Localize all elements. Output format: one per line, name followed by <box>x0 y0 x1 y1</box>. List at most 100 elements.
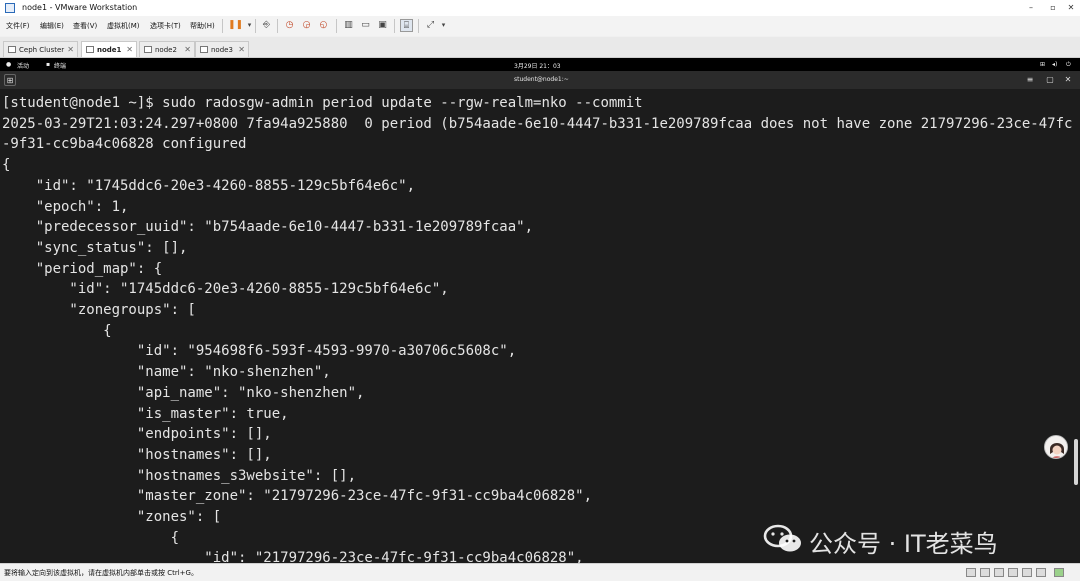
avatar[interactable] <box>1044 435 1068 459</box>
menu-hamburger-icon[interactable]: ≡ <box>1024 74 1036 86</box>
tab-node3[interactable]: node3 ✕ <box>195 41 249 57</box>
send-ctrl-alt-del-icon[interactable]: ⎆ <box>260 19 273 32</box>
hard-disk-icon[interactable] <box>966 568 976 577</box>
close-icon[interactable]: ✕ <box>1062 74 1074 86</box>
snapshot-manager-icon[interactable]: ◵ <box>317 19 330 32</box>
tab-label: node2 <box>155 46 177 54</box>
tab-node1[interactable]: node1 ✕ <box>81 41 137 57</box>
menu-tabs[interactable]: 选项卡(T) <box>150 21 181 31</box>
toolbar-separator <box>394 19 395 33</box>
new-tab-icon[interactable]: ⊞ <box>4 74 16 86</box>
menu-help[interactable]: 帮助(H) <box>190 21 215 31</box>
tab-label: node1 <box>97 46 122 54</box>
terminal-line: -9f31-cc9ba4c06828 configured <box>2 136 247 153</box>
window-title: node1 - VMware Workstation <box>22 3 138 12</box>
toolbar-separator <box>222 19 223 33</box>
close-icon[interactable]: ✕ <box>238 45 245 54</box>
pause-icon[interactable]: ❚❚ <box>228 19 243 32</box>
terminal-line: "id": "954698f6-593f-4593-9970-a30706c56… <box>2 343 517 360</box>
terminal-line: "api_name": "nko-shenzhen", <box>2 384 365 401</box>
vm-icon <box>200 46 208 53</box>
terminal-line: "is_master": true, <box>2 405 289 422</box>
close-icon[interactable]: ✕ <box>67 45 74 54</box>
gnome-activities-dot-icon: ● <box>6 61 12 68</box>
status-bar: 要将输入定向到该虚拟机，请在虚拟机内部单击或按 Ctrl+G。 <box>0 563 1080 581</box>
gnome-clock[interactable]: 3月29日 21：03 <box>514 61 561 70</box>
wechat-watermark: 公众号 · IT老菜鸟 <box>763 518 1053 558</box>
gnome-top-bar: ● 活动 ▪ 终端 3月29日 21：03 ⊞ ◂) ⏻ <box>0 58 1080 71</box>
tab-label: node3 <box>211 46 233 54</box>
fullscreen-view-icon[interactable]: ▣ <box>376 19 389 32</box>
terminal-line: "period_map": { <box>2 260 163 277</box>
menu-view[interactable]: 查看(V) <box>73 21 97 31</box>
stretch-guest-icon[interactable]: ⤢ <box>424 19 437 32</box>
terminal-line: "name": "nko-shenzhen", <box>2 364 331 381</box>
terminal-line: "master_zone": "21797296-23ce-47fc-9f31-… <box>2 488 593 505</box>
terminal-line: "id": "1745ddc6-20e3-4260-8855-129c5bf64… <box>2 281 449 298</box>
toolbar-separator <box>418 19 419 33</box>
terminal-title: student@node1:~ <box>514 76 569 83</box>
terminal-output[interactable]: [student@node1 ~]$ sudo radosgw-admin pe… <box>0 89 1080 563</box>
vm-icon <box>86 46 94 53</box>
terminal-line: "epoch": 1, <box>2 198 129 215</box>
network-icon[interactable]: ⊞ <box>1040 61 1045 68</box>
tab-ceph-cluster[interactable]: Ceph Cluster ✕ <box>3 41 78 57</box>
terminal-line: "endpoints": [], <box>2 426 272 443</box>
snapshot-icon[interactable]: ◷ <box>283 19 296 32</box>
terminal-scrollbar[interactable] <box>1074 439 1078 485</box>
watermark-text: 公众号 · IT老菜鸟 <box>809 530 998 558</box>
vm-status-icon[interactable] <box>1054 568 1064 577</box>
terminal-line: "id": "21797296-23ce-47fc-9f31-cc9ba4c06… <box>2 550 584 563</box>
close-icon[interactable]: ✕ <box>126 45 133 54</box>
window-titlebar: node1 - VMware Workstation – ▫ ✕ <box>0 0 1080 16</box>
wechat-icon <box>763 524 801 552</box>
toolbar-separator <box>277 19 278 33</box>
revert-snapshot-icon[interactable]: ◶ <box>300 19 313 32</box>
terminal-line: "sync_status": [], <box>2 239 188 256</box>
status-message: 要将输入定向到该虚拟机，请在虚拟机内部单击或按 Ctrl+G。 <box>4 569 198 577</box>
terminal-text: [student@node1 ~]$ sudo radosgw-admin pe… <box>2 93 1072 563</box>
tab-label: Ceph Cluster <box>19 46 65 54</box>
maximize-button[interactable]: ▫ <box>1046 2 1060 14</box>
sound-card-icon[interactable] <box>1022 568 1032 577</box>
terminal-line: "zones": [ <box>2 509 222 526</box>
vmware-app-icon <box>5 3 15 13</box>
terminal-line: "hostnames_s3website": [], <box>2 467 357 484</box>
terminal-line: [student@node1 ~]$ sudo radosgw-admin pe… <box>2 95 643 111</box>
network-adapter-icon[interactable] <box>994 568 1004 577</box>
sidebar-toggle-icon[interactable]: ▥ <box>342 19 355 32</box>
console-view-icon[interactable]: ⌸ <box>400 19 413 32</box>
display-icon[interactable] <box>1036 568 1046 577</box>
power-icon[interactable]: ⏻ <box>1066 61 1071 69</box>
terminal-headerbar: ⊞ student@node1:~ ≡ ▢ ✕ <box>0 71 1080 89</box>
terminal-app-icon: ▪ <box>46 61 51 68</box>
menu-vm[interactable]: 虚拟机(M) <box>107 21 140 31</box>
vm-tab-bar: Ceph Cluster ✕ node1 ✕ node2 ✕ node3 ✕ <box>0 37 1080 58</box>
maximize-icon[interactable]: ▢ <box>1044 74 1056 86</box>
terminal-line: "predecessor_uuid": "b754aade-6e10-4447-… <box>2 219 534 236</box>
toolbar-separator <box>336 19 337 33</box>
toolbar-separator <box>255 19 256 33</box>
vm-icon <box>144 46 152 53</box>
thumbnail-icon[interactable]: ▭ <box>359 19 372 32</box>
usb-icon[interactable] <box>1008 568 1018 577</box>
menu-edit[interactable]: 编辑(E) <box>40 21 64 31</box>
terminal-line: "zonegroups": [ <box>2 302 196 319</box>
dropdown-arrow-icon[interactable]: ▾ <box>437 19 450 32</box>
terminal-line: "hostnames": [], <box>2 446 272 463</box>
close-icon[interactable]: ✕ <box>184 45 191 54</box>
terminal-line: { <box>2 529 180 546</box>
vm-icon <box>8 46 16 53</box>
menu-file[interactable]: 文件(F) <box>6 21 30 31</box>
terminal-line: 2025-03-29T21:03:24.297+0800 7fa94a92588… <box>2 115 1073 132</box>
terminal-line: { <box>2 157 11 174</box>
tab-node2[interactable]: node2 ✕ <box>139 41 195 57</box>
minimize-button[interactable]: – <box>1024 2 1038 14</box>
terminal-line: { <box>2 322 112 339</box>
volume-icon[interactable]: ◂) <box>1052 61 1057 68</box>
cd-drive-icon[interactable] <box>980 568 990 577</box>
gnome-activities[interactable]: 活动 <box>17 61 29 70</box>
menu-bar: 文件(F) 编辑(E) 查看(V) 虚拟机(M) 选项卡(T) 帮助(H) ❚❚… <box>0 16 1080 36</box>
close-button[interactable]: ✕ <box>1064 2 1078 14</box>
gnome-app-menu[interactable]: 终端 <box>54 61 66 70</box>
